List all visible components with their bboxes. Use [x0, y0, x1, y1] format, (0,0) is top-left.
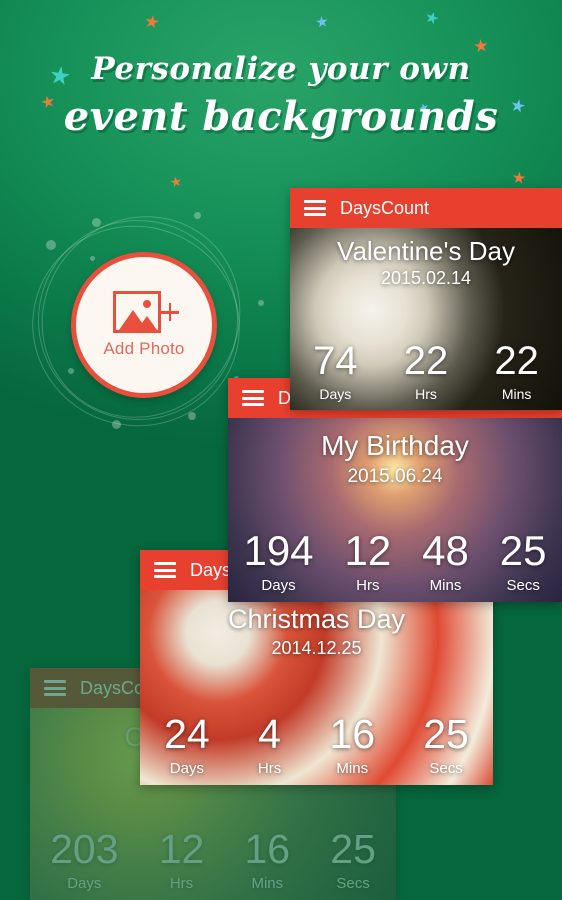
- countdown-unit: 203 Days: [50, 826, 119, 893]
- card-photo: Christmas Day 2014.12.25 24 Days 4 Hrs 1…: [140, 590, 493, 785]
- countdown-unit: 194 Days: [243, 527, 314, 595]
- countdown-label: Secs: [506, 577, 540, 594]
- countdown-value: 25: [330, 826, 376, 872]
- countdown-label: Days: [67, 875, 102, 892]
- plus-icon: [161, 303, 179, 321]
- countdown-unit: 74 Days: [313, 341, 358, 402]
- countdown-unit: 22 Mins: [494, 341, 539, 402]
- page-title: Personalize your own event backgrounds: [0, 50, 562, 142]
- event-title: Christmas Day: [227, 604, 406, 634]
- countdown-label: Mins: [429, 577, 462, 594]
- countdown-value: 194: [243, 527, 314, 574]
- countdown-value: 16: [244, 826, 291, 872]
- card-photo: My Birthday 2015.06.24 194 Days 12 Hrs 4…: [228, 418, 562, 602]
- countdown-row: 24 Days 4 Hrs 16 Mins 25 Secs: [140, 711, 493, 778]
- add-photo-area: Add Photo: [1, 176, 281, 458]
- card-photo: Valentine's Day 2015.02.14 74 Days 22 Hr…: [290, 228, 562, 410]
- countdown-unit: 12 Hrs: [344, 527, 392, 595]
- countdown-value: 12: [344, 527, 392, 574]
- promo-screen: Personalize your own event backgrounds A…: [0, 0, 562, 900]
- hamburger-menu-icon[interactable]: [242, 390, 264, 406]
- add-photo-label: Add Photo: [103, 339, 185, 358]
- event-date: 2014.12.25: [271, 638, 362, 658]
- countdown-value: 4: [258, 711, 281, 757]
- countdown-value: 25: [423, 711, 469, 757]
- card-action-bar: DaysCount: [290, 188, 562, 228]
- countdown-value: 16: [329, 711, 376, 757]
- orbit-dot: [68, 368, 74, 374]
- countdown-label: Hrs: [356, 577, 380, 594]
- countdown-label: Mins: [251, 875, 284, 892]
- event-title: Valentine's Day: [337, 236, 515, 266]
- countdown-label: Hrs: [257, 760, 282, 777]
- event-card-birthday[interactable]: DaysCount My Birthday 2015.06.24 194 Day…: [228, 378, 562, 602]
- countdown-row: 194 Days 12 Hrs 48 Mins 25 Secs: [228, 527, 562, 595]
- event-date: 2015.06.24: [347, 466, 443, 487]
- countdown-row: 203 Days 12 Hrs 16 Mins 25 Secs: [30, 826, 396, 893]
- countdown-value: 24: [164, 711, 210, 757]
- countdown-value: 12: [158, 826, 205, 872]
- event-date: 2015.02.14: [380, 268, 472, 288]
- countdown-label: Mins: [336, 760, 369, 777]
- countdown-unit: 12 Hrs: [158, 826, 205, 893]
- countdown-unit: 16 Mins: [244, 826, 291, 893]
- countdown-unit: 25 Secs: [499, 527, 547, 595]
- countdown-unit: 25 Secs: [330, 826, 376, 893]
- countdown-unit: 24 Days: [164, 711, 210, 778]
- countdown-unit: 16 Mins: [329, 711, 376, 778]
- orbit-dot: [188, 412, 196, 420]
- image-plus-icon: [113, 291, 179, 337]
- countdown-value: 22: [403, 339, 449, 383]
- countdown-label: Days: [319, 386, 352, 402]
- orbit-dot: [90, 256, 95, 261]
- hamburger-menu-icon[interactable]: [304, 200, 326, 216]
- countdown-value: 48: [422, 527, 469, 574]
- orbit-dot: [112, 420, 121, 429]
- countdown-label: Days: [261, 577, 296, 594]
- hamburger-menu-icon[interactable]: [44, 680, 66, 696]
- countdown-unit: 22 Hrs: [404, 341, 449, 402]
- headline-line-2: event backgrounds: [63, 93, 499, 140]
- app-name-label: DaysCount: [340, 197, 430, 218]
- countdown-label: Hrs: [169, 875, 194, 892]
- countdown-unit: 48 Mins: [422, 527, 469, 595]
- add-photo-button[interactable]: Add Photo: [71, 252, 217, 398]
- countdown-unit: 4 Hrs: [257, 711, 282, 778]
- orbit-dot: [46, 240, 56, 250]
- countdown-label: Secs: [336, 875, 370, 892]
- event-title: My Birthday: [321, 430, 469, 461]
- orbit-dot: [92, 218, 101, 227]
- countdown-value: 203: [50, 826, 119, 872]
- countdown-label: Days: [169, 760, 204, 777]
- event-card-valentines[interactable]: DaysCount Valentine's Day 2015.02.14 74 …: [290, 188, 562, 410]
- hamburger-menu-icon[interactable]: [154, 562, 176, 578]
- countdown-label: Secs: [429, 760, 463, 777]
- countdown-label: Hrs: [415, 386, 437, 402]
- countdown-label: Mins: [501, 386, 532, 402]
- orbit-dot: [258, 300, 264, 306]
- countdown-value: 22: [494, 339, 539, 383]
- countdown-unit: 25 Secs: [423, 711, 469, 778]
- countdown-value: 74: [313, 339, 358, 383]
- orbit-dot: [194, 212, 201, 219]
- countdown-value: 25: [499, 527, 547, 574]
- headline-line-1: Personalize your own: [91, 51, 471, 87]
- countdown-row: 74 Days 22 Hrs 22 Mins: [290, 341, 562, 402]
